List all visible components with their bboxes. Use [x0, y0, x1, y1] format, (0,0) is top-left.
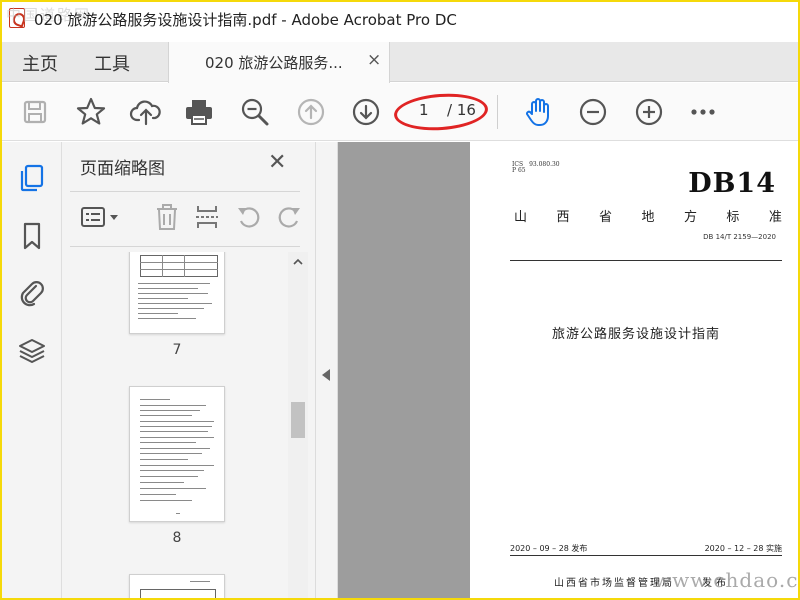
standard-char: 方 [683, 210, 697, 225]
attachment-icon[interactable] [16, 278, 48, 310]
tab-document-label: 020 旅游公路服务... [205, 54, 343, 72]
thumbnail-page-next[interactable] [129, 574, 225, 598]
pdf-page: ICS 93.080.30 P 65 DB14 山 西 省 地 方 标 准 DB… [470, 142, 798, 598]
panel-divider [70, 246, 300, 247]
toolbar-separator [497, 95, 498, 129]
standard-char: 地 [641, 210, 655, 225]
tab-tools[interactable]: 工具 [94, 50, 130, 76]
thumbnail-panel: 页面缩略图 ✕ 7 8 [62, 142, 316, 598]
print-icon[interactable] [182, 95, 216, 129]
panel-close-button[interactable]: ✕ [268, 150, 286, 175]
next-page-icon[interactable] [349, 95, 383, 129]
thumbnail-label-7: 7 [172, 342, 182, 358]
standard-type: 山 西 省 地 方 标 准 [514, 206, 782, 225]
rotate-left-icon[interactable] [234, 202, 264, 232]
page-thumbnails-icon[interactable] [16, 162, 48, 194]
panel-title: 页面缩略图 [80, 159, 165, 179]
p-code: P 65 [512, 167, 526, 174]
thumbnail-page-7[interactable] [129, 252, 225, 334]
title-bar: 中国道路网 020 旅游公路服务设施设计指南.pdf - Adobe Acrob… [2, 2, 798, 36]
scroll-up-arrow-icon[interactable] [292, 256, 304, 268]
window-title: 020 旅游公路服务设施设计指南.pdf - Adobe Acrobat Pro… [34, 11, 457, 29]
standard-number: DB 14/T 2159—2020 [703, 233, 776, 241]
standard-char: 准 [768, 210, 782, 225]
tab-document[interactable]: 020 旅游公路服务... × [168, 42, 390, 83]
thumbnail-scrollbar[interactable] [288, 252, 308, 598]
thumbnail-label-8: 8 [172, 530, 182, 546]
zoom-out-icon[interactable] [576, 95, 610, 129]
panel-divider [70, 191, 300, 192]
standard-code: DB14 [688, 168, 776, 199]
watermark-bottom: www.chdao.com [654, 568, 799, 592]
implement-date: 2020 – 12 – 28 实施 [704, 544, 782, 553]
previous-page-icon[interactable] [294, 95, 328, 129]
acrobat-window: 中国道路网 020 旅游公路服务设施设计指南.pdf - Adobe Acrob… [0, 0, 800, 600]
zoom-out-magnifier-icon[interactable] [238, 95, 272, 129]
bookmark-icon[interactable] [16, 220, 48, 252]
header-rule [510, 260, 782, 261]
panel-collapse-strip[interactable] [316, 142, 338, 598]
publish-date: 2020 – 09 – 28 发布 [510, 544, 588, 553]
hand-icon[interactable] [521, 95, 555, 129]
tab-home[interactable]: 主页 [22, 50, 58, 76]
standard-char: 标 [726, 210, 740, 225]
document-viewport[interactable]: ICS 93.080.30 P 65 DB14 山 西 省 地 方 标 准 DB… [338, 142, 798, 598]
rotate-right-icon[interactable] [274, 202, 304, 232]
thumbnail-list: 7 8 [62, 252, 286, 598]
cloud-upload-icon[interactable] [129, 95, 163, 129]
delete-icon[interactable] [152, 202, 182, 232]
insert-page-icon[interactable] [192, 202, 222, 232]
scrollbar-thumb[interactable] [291, 402, 305, 438]
navigation-rail [2, 142, 62, 598]
thumbnail-options-icon[interactable] [80, 202, 124, 232]
document-title: 旅游公路服务设施设计指南 [551, 327, 720, 342]
save-icon[interactable] [18, 95, 52, 129]
collapse-arrow-icon[interactable] [322, 369, 330, 381]
toolbar: 1 / 16 [2, 83, 798, 141]
standard-char: 山 [514, 210, 528, 225]
zoom-in-icon[interactable] [632, 95, 666, 129]
footer-rule [510, 555, 782, 556]
standard-char: 西 [556, 210, 570, 225]
tab-bar: 主页 工具 020 旅游公路服务... × [2, 42, 798, 83]
more-icon[interactable] [686, 95, 720, 129]
tab-close-button[interactable]: × [367, 50, 381, 70]
standard-char: 省 [598, 210, 612, 225]
thumbnail-page-8[interactable] [129, 386, 225, 522]
layers-icon[interactable] [16, 335, 48, 367]
thumbnail-toolbar [62, 200, 316, 240]
star-icon[interactable] [74, 95, 108, 129]
